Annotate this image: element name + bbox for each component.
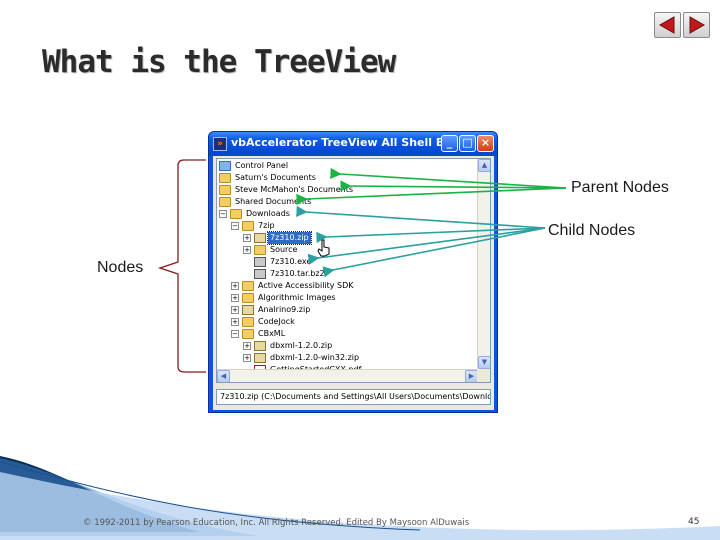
child-nodes-arrows — [296, 205, 546, 278]
arrow-to-7z310-tar — [322, 227, 546, 278]
copyright-text: © 1992-2011 by Pearson Education, Inc. A… — [83, 518, 470, 528]
page-number: 45 — [688, 517, 700, 527]
nodes-label: Nodes — [97, 259, 144, 276]
parent-nodes-arrows — [296, 167, 567, 206]
parent-nodes-label: Parent Nodes — [571, 179, 669, 196]
child-nodes-label: Child Nodes — [548, 222, 636, 239]
arrow-to-downloads — [296, 205, 546, 229]
wave-light — [0, 472, 720, 540]
nodes-bracket — [157, 159, 206, 373]
arrow-to-shared-docs — [296, 187, 567, 206]
